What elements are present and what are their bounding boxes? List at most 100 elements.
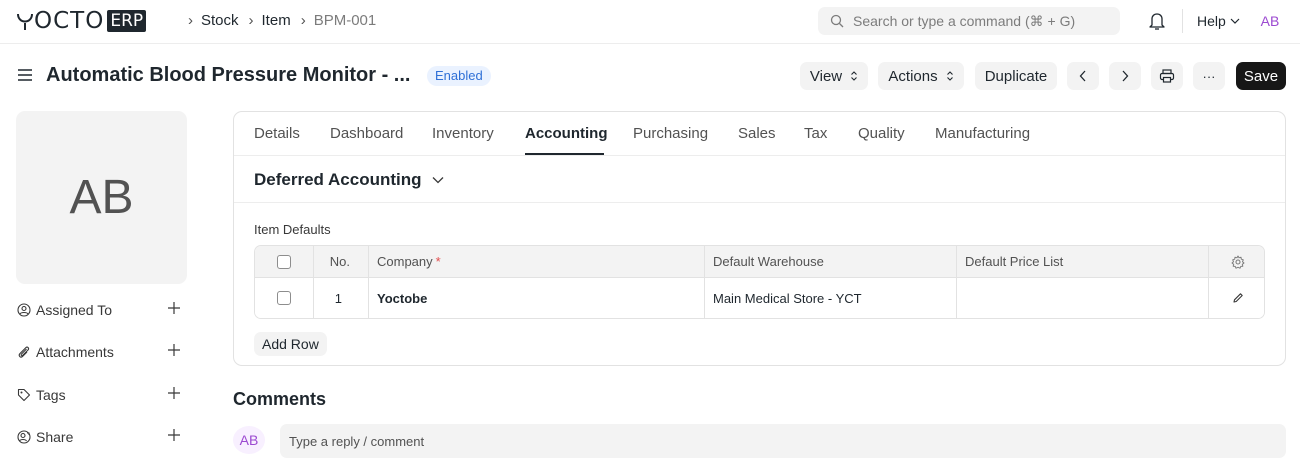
hamburger-icon: [18, 69, 32, 81]
required-marker: *: [435, 254, 441, 269]
view-button[interactable]: View: [800, 62, 868, 90]
plus-icon[interactable]: [167, 301, 181, 315]
print-button[interactable]: [1151, 62, 1183, 90]
header-select-cell: [255, 246, 313, 277]
cell-company[interactable]: Yoctobe: [368, 278, 704, 318]
column-settings-button[interactable]: [1208, 246, 1264, 277]
chevron-right-icon: ›: [248, 12, 254, 29]
grid-label: Item Defaults: [254, 222, 331, 237]
search-icon: [830, 14, 844, 28]
breadcrumb-current[interactable]: BPM-001: [314, 12, 377, 29]
tab-bar: Details Dashboard Inventory Accounting P…: [234, 112, 1285, 156]
sidebar-item-label: Tags: [36, 387, 66, 403]
actions-label: Actions: [888, 67, 938, 85]
header-warehouse: Default Warehouse: [704, 246, 956, 277]
search-placeholder: Search or type a command (⌘ + G): [853, 12, 1076, 29]
status-badge: Enabled: [427, 66, 491, 86]
sidebar-item-attachments[interactable]: Attachments: [17, 342, 187, 362]
breadcrumb-stock[interactable]: Stock: [201, 12, 239, 29]
table-row[interactable]: 1 Yoctobe Main Medical Store - YCT: [255, 278, 1264, 318]
active-tab-indicator: [525, 153, 604, 155]
tab-sales[interactable]: Sales: [738, 125, 776, 142]
user-circle-icon: [17, 303, 31, 317]
logo-y-icon: [17, 13, 33, 30]
avatar: AB: [233, 426, 265, 454]
logo-text: OCTO: [34, 8, 105, 34]
add-row-button[interactable]: Add Row: [254, 332, 327, 356]
sidebar-item-tags[interactable]: Tags: [17, 385, 187, 405]
tab-inventory[interactable]: Inventory: [432, 125, 494, 142]
chevron-updown-icon: [946, 71, 953, 81]
duplicate-button[interactable]: Duplicate: [975, 62, 1057, 90]
section-title: Deferred Accounting: [254, 170, 422, 189]
form-card: Details Dashboard Inventory Accounting P…: [233, 111, 1286, 366]
pencil-icon: [1232, 293, 1243, 303]
paperclip-icon: [18, 346, 30, 358]
section-toggle[interactable]: Deferred Accounting: [254, 170, 444, 190]
sidebar-item-label: Assigned To: [36, 302, 113, 318]
sidebar-item-label: Attachments: [36, 344, 114, 360]
table-header: No. Company * Default Warehouse Default P…: [255, 246, 1264, 278]
cell-warehouse[interactable]: Main Medical Store - YCT: [704, 278, 956, 318]
tab-dashboard[interactable]: Dashboard: [330, 125, 403, 142]
tab-details[interactable]: Details: [254, 125, 300, 142]
navbar-divider: [1182, 9, 1183, 33]
navbar: OCTO ERP › Stock › Item › BPM-001 Search…: [0, 0, 1300, 44]
tag-icon: [17, 388, 31, 402]
header-price-list: Default Price List: [956, 246, 1208, 277]
cell-no: 1: [313, 278, 368, 318]
next-button[interactable]: [1109, 62, 1141, 90]
plus-icon[interactable]: [167, 386, 181, 400]
breadcrumb-item[interactable]: Item: [262, 12, 291, 29]
help-label: Help: [1197, 13, 1226, 29]
chevron-right-icon: [1122, 70, 1129, 82]
save-button[interactable]: Save: [1236, 62, 1286, 90]
app-logo[interactable]: OCTO ERP: [16, 8, 147, 34]
item-defaults-table: No. Company * Default Warehouse Default P…: [254, 245, 1265, 319]
more-options-button[interactable]: ···: [1193, 62, 1225, 90]
chevron-left-icon: [1079, 70, 1086, 82]
row-checkbox[interactable]: [277, 291, 291, 305]
tab-manufacturing[interactable]: Manufacturing: [935, 125, 1030, 142]
edit-row-button[interactable]: [1208, 278, 1264, 318]
page-title: Automatic Blood Pressure Monitor - ...: [46, 64, 411, 86]
chevron-down-icon: [432, 177, 443, 184]
sidebar-item-label: Share: [36, 429, 74, 445]
chevron-updown-icon: [851, 71, 858, 81]
tab-quality[interactable]: Quality: [858, 125, 905, 142]
section-divider: [234, 202, 1285, 203]
comment-input[interactable]: [280, 424, 1286, 458]
previous-button[interactable]: [1067, 62, 1099, 90]
chevron-right-icon: ›: [188, 12, 193, 29]
tab-accounting[interactable]: Accounting: [525, 125, 608, 142]
cell-price-list[interactable]: [956, 278, 1208, 318]
sidebar-toggle-button[interactable]: [17, 68, 33, 85]
printer-icon: [1159, 69, 1175, 83]
bell-icon: [1149, 13, 1165, 30]
header-company-label: Company: [377, 254, 433, 269]
view-label: View: [809, 67, 843, 85]
plus-icon[interactable]: [167, 428, 181, 442]
row-select-cell: [255, 278, 313, 318]
user-avatar[interactable]: AB: [1257, 9, 1283, 33]
header-company: Company *: [368, 246, 704, 277]
sidebar-item-share[interactable]: Share: [17, 427, 187, 447]
select-all-checkbox[interactable]: [277, 254, 291, 269]
chevron-right-icon: ›: [300, 12, 306, 29]
plus-icon[interactable]: [167, 343, 181, 357]
actions-button[interactable]: Actions: [878, 62, 964, 90]
search-bar[interactable]: Search or type a command (⌘ + G): [818, 7, 1120, 35]
help-dropdown[interactable]: Help: [1197, 13, 1240, 29]
share-user-icon: [17, 430, 31, 444]
logo-badge: ERP: [107, 10, 147, 32]
breadcrumb: › Stock › Item › BPM-001: [188, 12, 386, 29]
comments-title: Comments: [233, 389, 327, 409]
chevron-down-icon: [1230, 18, 1240, 24]
gear-icon: [1231, 255, 1244, 269]
header-no: No.: [313, 246, 368, 277]
item-image-placeholder[interactable]: AB: [16, 111, 187, 284]
sidebar-item-assigned-to[interactable]: Assigned To: [17, 300, 187, 320]
tab-tax[interactable]: Tax: [804, 125, 827, 142]
notification-button[interactable]: [1148, 11, 1166, 34]
tab-purchasing[interactable]: Purchasing: [633, 125, 708, 142]
